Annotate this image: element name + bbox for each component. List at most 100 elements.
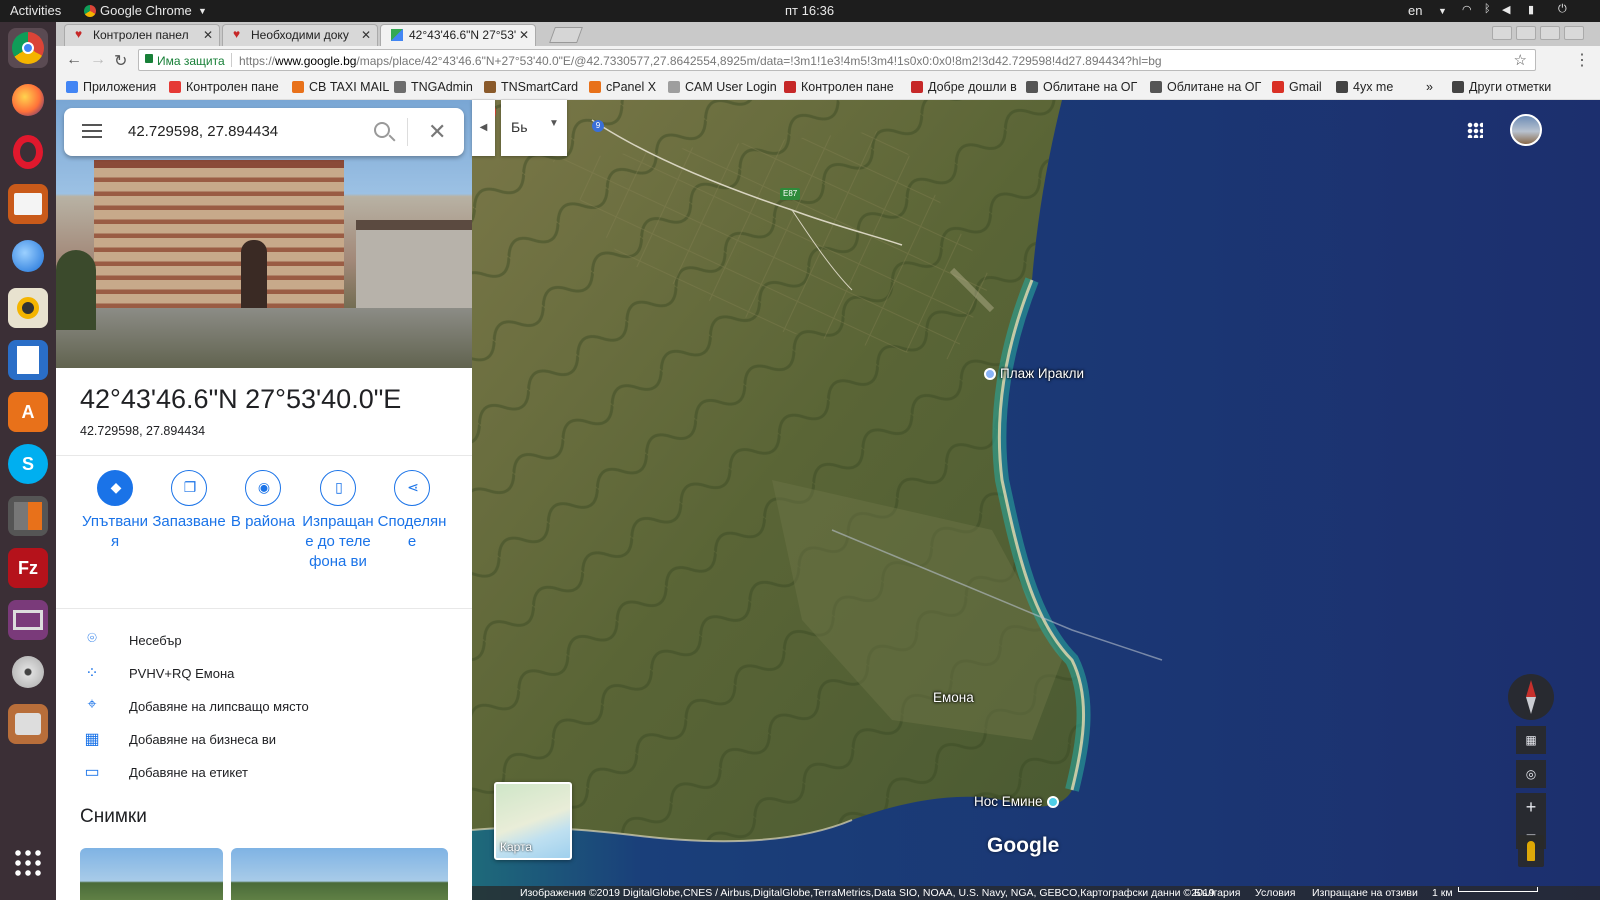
add-missing-place-link[interactable]: ⌖ Добавяне на липсващо място [80, 696, 460, 718]
bookmark-item[interactable]: Gmail [1272, 80, 1322, 94]
bookmark-item[interactable]: Други отметки [1452, 80, 1551, 94]
search-input[interactable]: 42.729598, 27.894434 [128, 123, 278, 140]
files-icon[interactable] [8, 184, 48, 224]
share-button[interactable]: ⋖ Споделяне [375, 470, 449, 552]
bookmark-item[interactable]: Добре дошли в [911, 80, 1017, 94]
map-type-toggle[interactable]: Карта [494, 782, 572, 860]
video-editor-icon[interactable] [8, 600, 48, 640]
activities-button[interactable]: Activities [10, 3, 61, 18]
terms-link[interactable]: Условия [1255, 887, 1295, 899]
close-window-button[interactable] [1564, 26, 1584, 40]
satellite-map[interactable]: 9 E87 Плаж Иракли Емона Нос Емине ▦ ◎ + … [472, 100, 1600, 900]
bookmark-item[interactable]: TNGAdmin [394, 80, 473, 94]
compass-control[interactable] [1508, 674, 1554, 720]
system-tools-icon[interactable] [8, 704, 48, 744]
bluetooth-icon[interactable]: ᛒ [1484, 3, 1491, 15]
send-to-phone-icon: ▯ [320, 470, 356, 506]
info-row-plus-code[interactable]: ⁘ PVHV+RQ Емона [80, 663, 460, 685]
add-label-link[interactable]: ▭ Добавяне на етикет [80, 762, 460, 784]
country-link[interactable]: България [1194, 887, 1240, 899]
add-place-icon: ⌖ [87, 696, 97, 713]
bookmark-item[interactable]: cPanel X [589, 80, 656, 94]
skype-icon[interactable]: S [8, 444, 48, 484]
bookmark-item[interactable]: Приложения [66, 80, 156, 94]
bookmark-item[interactable]: Контролен пане [169, 80, 279, 94]
clock[interactable]: пт 16:36 [785, 3, 834, 18]
language-indicator[interactable]: en [1408, 3, 1422, 18]
back-arrow-icon[interactable]: ← [66, 51, 82, 69]
close-icon[interactable]: ✕ [203, 28, 213, 42]
app-menu[interactable]: Google Chrome [100, 3, 192, 18]
battery-icon[interactable]: ▮ [1528, 3, 1534, 16]
road-shield-icon: 9 [592, 120, 604, 132]
send-to-phone-button[interactable]: ▯ Изпращане до телефона ви [301, 470, 375, 572]
tilt-3d-button[interactable]: ▦ [1516, 726, 1546, 754]
rhythmbox-icon[interactable] [8, 288, 48, 328]
secure-indicator[interactable]: Има защита [157, 54, 225, 68]
bookmark-item[interactable]: Облитане на ОГ [1150, 80, 1261, 94]
address-bar[interactable]: Има защита https://www.google.bg/maps/pl… [138, 49, 1536, 71]
layer-button[interactable]: Бь ▼ [501, 100, 567, 156]
photo-thumbnail[interactable] [80, 848, 223, 900]
menu-icon[interactable] [82, 124, 102, 138]
bookmark-item[interactable]: СВ TAXI MAIL [292, 80, 389, 94]
street-view-pegman[interactable] [1518, 835, 1544, 867]
action-label: Упътвания [81, 513, 149, 550]
bookmark-item[interactable]: Облитане на ОГ [1026, 80, 1137, 94]
chrome-icon[interactable] [8, 28, 48, 68]
add-business-link[interactable]: ▦ Добавяне на бизнеса ви [80, 729, 460, 751]
scale-label[interactable]: 1 км [1432, 887, 1453, 899]
forward-arrow-icon[interactable]: → [90, 51, 106, 69]
bookmark-item[interactable]: CAM User Login [668, 80, 777, 94]
disc-icon[interactable] [8, 652, 48, 692]
profile-icon[interactable] [1492, 26, 1512, 40]
tab-documents[interactable]: ♥ Необходими доку ✕ [222, 24, 378, 46]
minimize-button[interactable] [1516, 26, 1536, 40]
map-label-emona[interactable]: Емона [933, 690, 974, 705]
opera-icon[interactable] [8, 132, 48, 172]
save-button[interactable]: ❐ Запазване [152, 470, 226, 532]
tab-control-panel[interactable]: ♥ Контролен панел ✕ [64, 24, 220, 46]
reload-icon[interactable]: ↻ [114, 51, 127, 71]
star-icon[interactable]: ☆ [1514, 51, 1527, 69]
nearby-button[interactable]: ◉ В района [226, 470, 300, 532]
feedback-link[interactable]: Изпращане на отзиви [1312, 887, 1418, 899]
photo-thumbnail[interactable] [231, 848, 448, 900]
software-center-icon[interactable]: A [8, 392, 48, 432]
writer-icon[interactable] [8, 340, 48, 380]
more-bookmarks-button[interactable]: » [1426, 80, 1433, 94]
bookmark-item[interactable]: TNSmartCard [484, 80, 578, 94]
more-menu-icon[interactable]: ⋮ [1574, 50, 1590, 70]
close-icon[interactable]: ✕ [361, 28, 371, 42]
wifi-icon[interactable]: ◠ [1462, 3, 1472, 16]
close-icon[interactable]: ✕ [428, 119, 446, 145]
info-row-locality[interactable]: ⌾ Несебър [80, 630, 460, 652]
close-icon[interactable]: ✕ [519, 28, 529, 42]
my-location-icon[interactable]: ◎ [1516, 760, 1546, 788]
collapse-panel-button[interactable]: ◀ [472, 100, 495, 156]
zoom-in-button[interactable]: + [1516, 793, 1546, 821]
bookmark-item[interactable]: Контролен пане [784, 80, 894, 94]
search-icon[interactable] [374, 122, 390, 138]
avatar[interactable] [1510, 114, 1542, 146]
directions-button[interactable]: ◆ Упътвания [78, 470, 152, 552]
tab-maps[interactable]: 42°43'46.6"N 27°53' ✕ [380, 24, 536, 46]
maximize-button[interactable] [1540, 26, 1560, 40]
url-text[interactable]: https://www.google.bg/maps/place/42°43'4… [239, 54, 1162, 68]
apps-grid-icon[interactable] [1467, 122, 1483, 138]
new-tab-button[interactable] [549, 27, 583, 43]
filezilla-icon[interactable]: Fz [8, 548, 48, 588]
calculator-icon[interactable] [8, 496, 48, 536]
map-label-cape-emine[interactable]: Нос Емине [974, 794, 1059, 809]
info-text: PVHV+RQ Емона [129, 666, 235, 681]
power-icon[interactable]: ⏻ [1558, 3, 1567, 16]
divider [56, 455, 472, 456]
app-grid-icon[interactable] [13, 848, 43, 878]
maps-icon [391, 29, 403, 41]
thunderbird-icon[interactable] [8, 236, 48, 276]
firefox-icon[interactable] [8, 80, 48, 120]
map-label-irakli-beach[interactable]: Плаж Иракли [984, 366, 1084, 381]
bookmark-item[interactable]: 4ух me [1336, 80, 1393, 94]
volume-icon[interactable]: ◀ [1502, 3, 1510, 16]
bookmark-favicon-icon [784, 81, 796, 93]
